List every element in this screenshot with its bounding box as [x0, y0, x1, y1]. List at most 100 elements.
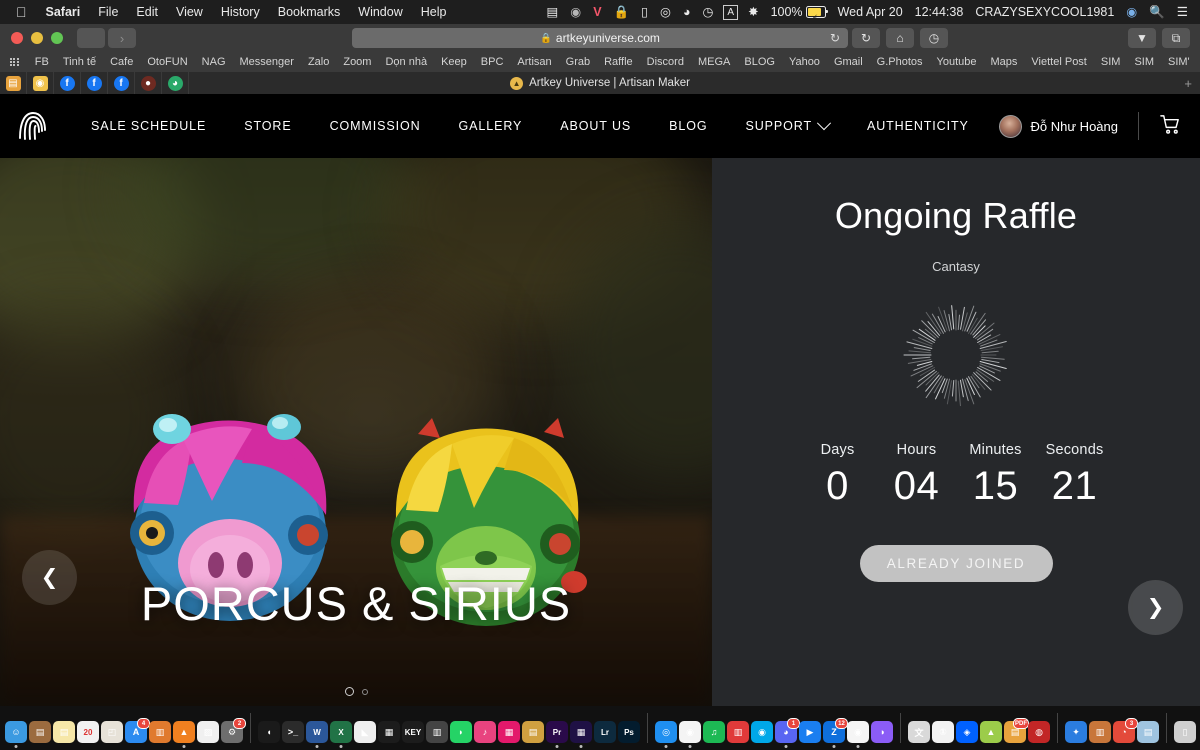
bookmark-fb[interactable]: FB: [28, 52, 56, 72]
airplay-icon[interactable]: ◎: [654, 0, 677, 24]
bookmark-discord[interactable]: Discord: [640, 52, 691, 72]
hero-dot-1[interactable]: [344, 687, 354, 696]
nav-about-us[interactable]: ABOUT US: [541, 119, 650, 133]
nav-store[interactable]: STORE: [225, 119, 310, 133]
film-icon[interactable]: ▤: [540, 0, 564, 24]
dock-item-dropbox[interactable]: ◈: [956, 721, 978, 743]
dock-item-android[interactable]: ▲: [980, 721, 1002, 743]
dock-item-notes[interactable]: ▤: [53, 721, 75, 743]
apps-grid-icon[interactable]: [10, 57, 19, 67]
dock-item-logic[interactable]: ▥: [426, 721, 448, 743]
wifi-icon[interactable]: ◕: [677, 0, 697, 24]
pinned-tab-compass[interactable]: ◕: [162, 72, 189, 94]
menu-bar-username[interactable]: CRAZYSEXYCOOL1981: [969, 0, 1120, 24]
dock-item-maps[interactable]: ◰: [101, 721, 123, 743]
pinned-tab-facebook-1[interactable]: f: [54, 72, 81, 94]
bookmark-gphotos[interactable]: G.Photos: [870, 52, 930, 72]
menu-item-view[interactable]: View: [167, 0, 212, 24]
dock-item-zalo[interactable]: Z 12: [823, 718, 848, 743]
dock-item-parallels[interactable]: ▥: [727, 721, 749, 743]
apple-logo-icon[interactable]: : [8, 0, 37, 24]
dock-item-books[interactable]: ▥: [149, 721, 171, 743]
address-bar[interactable]: 🔒 artkeyuniverse.com ↻: [352, 28, 848, 48]
bookmark-download[interactable]: Download: [1197, 52, 1200, 72]
control-center-icon[interactable]: ☰: [1171, 0, 1194, 24]
dock-item-calendar[interactable]: 20: [77, 721, 99, 743]
dock-item-windows[interactable]: ▦: [378, 721, 400, 743]
bookmark-cafe[interactable]: Cafe: [103, 52, 140, 72]
menu-item-safari[interactable]: Safari: [37, 0, 90, 24]
bookmark-gmail[interactable]: Gmail: [827, 52, 870, 72]
artkey-fingerprint-logo[interactable]: [14, 108, 50, 144]
bookmark-don-nha[interactable]: Dọn nhà: [378, 52, 434, 72]
bookmark-viettel-post[interactable]: Viettel Post: [1024, 52, 1093, 72]
already-joined-button[interactable]: ALREADY JOINED: [859, 545, 1053, 582]
dock-item-word[interactable]: W: [306, 721, 328, 743]
new-tab-button[interactable]: +: [1184, 76, 1192, 91]
nav-sale-schedule[interactable]: SALE SCHEDULE: [72, 119, 225, 133]
forward-button[interactable]: ›: [108, 28, 136, 48]
dock-item-after-effects[interactable]: ▦: [570, 721, 592, 743]
dock-item-facetime[interactable]: ▶: [799, 721, 821, 743]
nav-authenticity[interactable]: AUTHENTICITY: [848, 119, 988, 133]
avatar[interactable]: [998, 114, 1022, 138]
dock-item-keynote[interactable]: KEY: [402, 721, 424, 743]
bookmark-zalo[interactable]: Zalo: [301, 52, 336, 72]
hero-next-button[interactable]: ❯: [1128, 580, 1183, 635]
v-icon[interactable]: V: [587, 0, 607, 24]
maximize-window-button[interactable]: [51, 32, 63, 44]
bookmark-keep[interactable]: Keep: [434, 52, 474, 72]
bookmark-blog[interactable]: BLOG: [737, 52, 782, 72]
account-name[interactable]: Đỗ Như Hoàng: [1031, 119, 1118, 134]
dock-item-itunes[interactable]: ♪: [474, 721, 496, 743]
menu-item-help[interactable]: Help: [412, 0, 456, 24]
dock-item-downloads-stack[interactable]: ◔ 3: [1113, 718, 1138, 743]
shopping-cart-icon[interactable]: [1159, 113, 1182, 140]
menu-item-window[interactable]: Window: [349, 0, 411, 24]
back-button[interactable]: chevron-left-icon: [77, 28, 105, 48]
dock-item-dark-app[interactable]: ◖: [258, 721, 280, 743]
tab-overview-button[interactable]: ⧉: [1162, 28, 1190, 48]
bookmark-maps[interactable]: Maps: [984, 52, 1025, 72]
bookmark-nag[interactable]: NAG: [195, 52, 233, 72]
dock-item-1password[interactable]: ①: [932, 721, 954, 743]
lock-icon[interactable]: 🔒: [608, 0, 636, 24]
siri-icon[interactable]: ◉: [1120, 0, 1143, 24]
dock-item-lightroom[interactable]: Lr: [594, 721, 616, 743]
dock-item-contacts[interactable]: ▤: [29, 721, 51, 743]
bookmark-messenger[interactable]: Messenger: [233, 52, 301, 72]
dock-item-joystick[interactable]: ◍: [1028, 721, 1050, 743]
dock-item-translate[interactable]: 文: [908, 721, 930, 743]
bookmark-yahoo[interactable]: Yahoo: [782, 52, 827, 72]
bookmark-youtube[interactable]: Youtube: [930, 52, 984, 72]
bookmark-artisan[interactable]: Artisan: [510, 52, 558, 72]
nav-commission[interactable]: COMMISSION: [311, 119, 440, 133]
bookmark-tinhte[interactable]: Tinh tế: [56, 52, 103, 72]
dock-item-documents-stack[interactable]: ▥: [1089, 721, 1111, 743]
dock-item-pictures-stack[interactable]: ▤: [1137, 721, 1159, 743]
dock-item-bluetooth-dock[interactable]: ✦: [1065, 721, 1087, 743]
menu-item-bookmarks[interactable]: Bookmarks: [269, 0, 350, 24]
menu-item-history[interactable]: History: [212, 0, 269, 24]
dock-item-pdf-tool[interactable]: ▤ PDF: [1004, 718, 1029, 743]
dock-item-app-store[interactable]: A4: [125, 718, 150, 743]
menu-item-edit[interactable]: Edit: [127, 0, 167, 24]
bookmark-sim-1[interactable]: SIM: [1094, 52, 1128, 72]
dock-item-whatsapp[interactable]: ◗: [450, 721, 472, 743]
battery-status[interactable]: 100% ⚡: [765, 0, 832, 24]
pinned-tab-ticket[interactable]: ●: [135, 72, 162, 94]
dock-item-discord[interactable]: ◕ 1: [775, 718, 800, 743]
dock-item-preview[interactable]: ▨: [197, 721, 219, 743]
nav-support[interactable]: SUPPORT: [726, 116, 848, 133]
downloads-button[interactable]: ▼: [1128, 28, 1156, 48]
bookmark-bpc[interactable]: BPC: [474, 52, 511, 72]
dock-item-skype[interactable]: ◉: [751, 721, 773, 743]
nav-blog[interactable]: BLOG: [650, 119, 726, 133]
dock-item-premiere-pro[interactable]: Pr: [546, 721, 568, 743]
dock-item-terminal[interactable]: >_: [282, 721, 304, 743]
dock-item-settings[interactable]: ⚙ 2: [221, 718, 246, 743]
dock-item-excel[interactable]: X: [330, 721, 352, 743]
dock-item-vlc[interactable]: ▲: [173, 721, 195, 743]
pinned-tab-archive[interactable]: ▤: [0, 72, 27, 94]
dock-item-archive-util[interactable]: ▤: [522, 721, 544, 743]
